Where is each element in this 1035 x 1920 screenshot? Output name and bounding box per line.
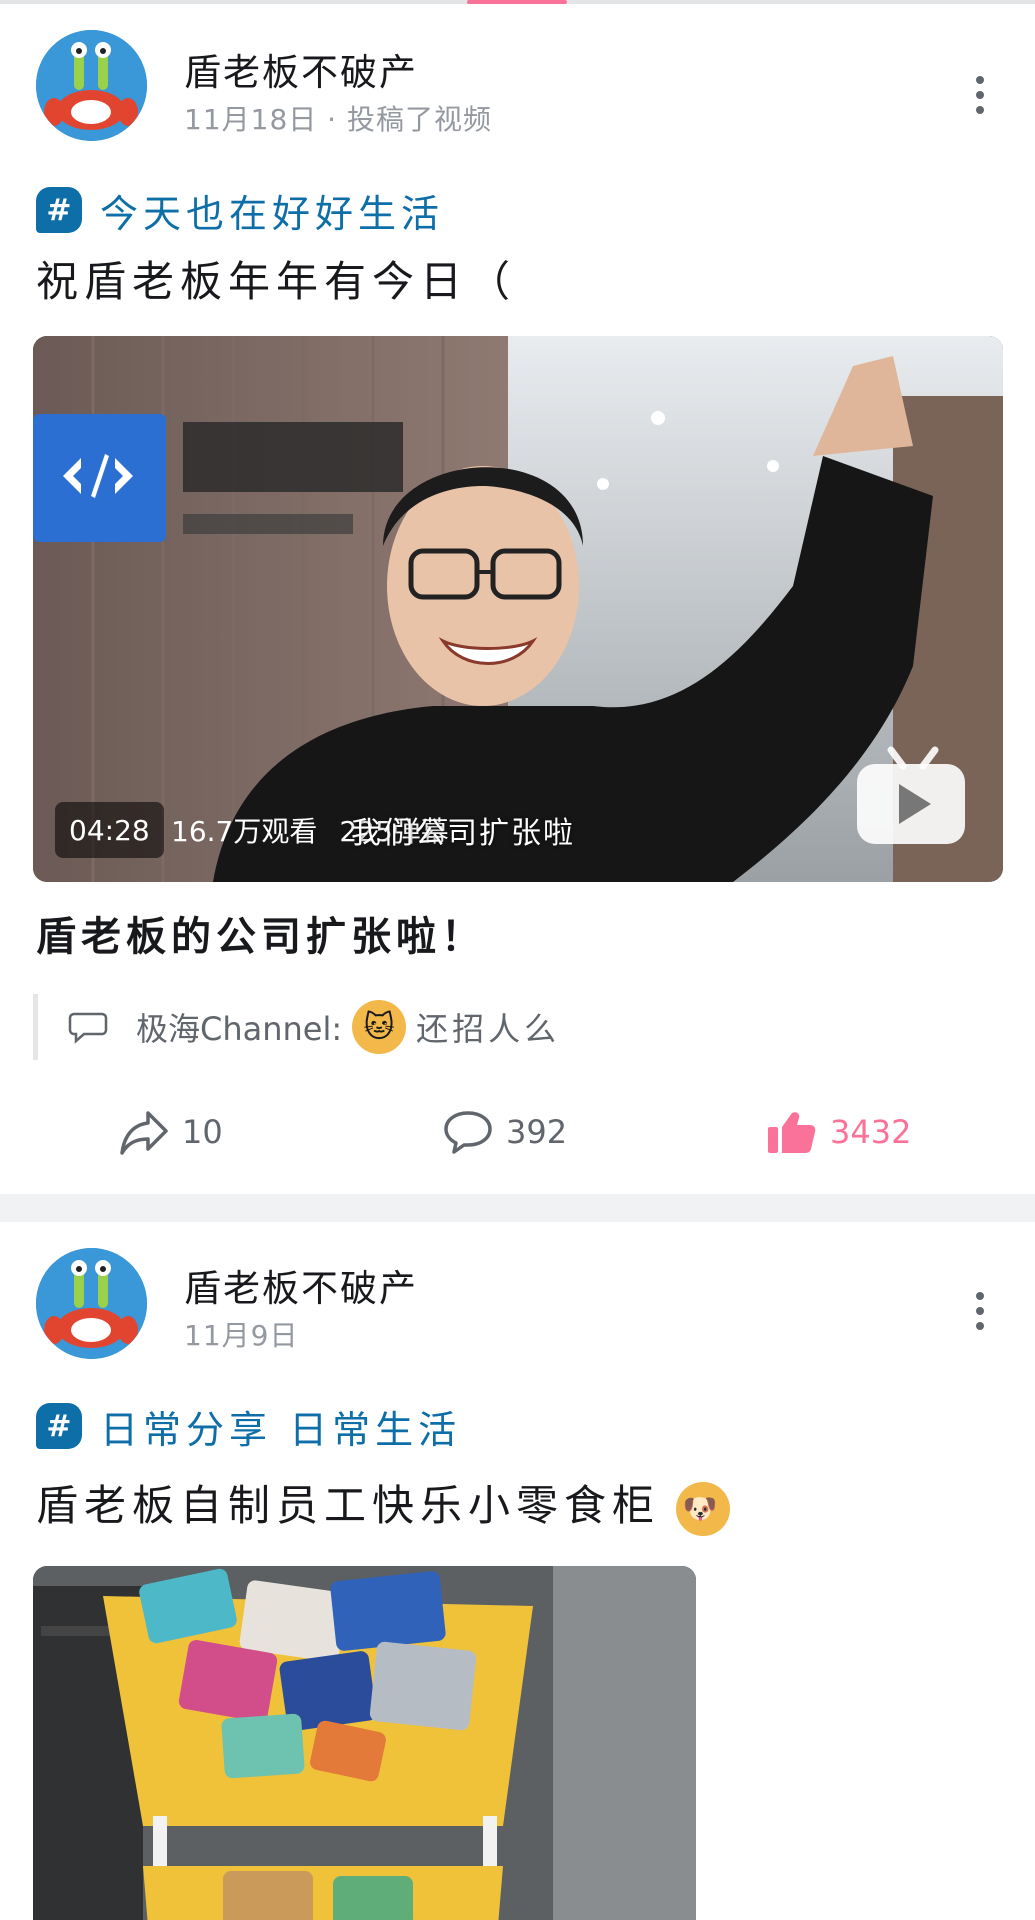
emoji-dog: 🐶: [676, 1481, 731, 1536]
forward-icon: [120, 1111, 168, 1155]
hot-comment[interactable]: 极海Channel: 🐱 还招人么: [33, 994, 993, 1060]
tv-play-icon: [857, 746, 965, 844]
action-bar: 10 392 3432: [0, 1094, 1035, 1170]
topic-hash-icon: #: [36, 187, 82, 233]
author-name[interactable]: 盾老板不破产: [184, 1258, 418, 1312]
more-icon[interactable]: [965, 1286, 995, 1336]
forward-count: 10: [182, 1113, 223, 1151]
post-text-content: 盾老板自制员工快乐小零食柜: [36, 1481, 661, 1530]
like-icon: [768, 1112, 816, 1153]
topic-hash-icon: #: [36, 1403, 82, 1449]
comment-button[interactable]: 392: [442, 1094, 567, 1170]
forward-button[interactable]: 10: [118, 1094, 223, 1170]
post-text: 祝盾老板年年有今日（: [36, 257, 517, 306]
video-subtitle: 我们公司扩张啦: [351, 816, 575, 851]
more-icon[interactable]: [965, 70, 995, 120]
post-image[interactable]: [33, 1566, 696, 1920]
video-duration: 04:28: [55, 802, 164, 858]
avatar[interactable]: [36, 30, 147, 141]
like-count: 3432: [830, 1113, 912, 1151]
comment-text: 还招人么: [416, 1010, 561, 1048]
avatar[interactable]: [36, 1248, 147, 1359]
comment-bubble-icon: [68, 1012, 108, 1044]
topic-tag[interactable]: # 日常分享 日常生活: [36, 1400, 461, 1452]
feed-card-image[interactable]: 盾老板不破产 11月9日 # 日常分享 日常生活 盾老板自制员工快乐小零食柜 🐶: [0, 1222, 1035, 1920]
post-meta: 11月18日 · 投稿了视频: [184, 103, 492, 136]
emoji-cat: 🐱: [352, 1000, 407, 1054]
comment-user[interactable]: 极海Channel:: [136, 1004, 342, 1050]
topic-tag[interactable]: # 今天也在好好生活: [36, 184, 444, 236]
video-views: 16.7万观看: [171, 815, 318, 848]
topic-label: 日常分享 日常生活: [100, 1407, 462, 1452]
feed-divider: [0, 1194, 1035, 1222]
video-thumbnail[interactable]: 04:28 16.7万观看 225弹幕 我们公司扩张啦: [33, 336, 1003, 882]
snack-cart-photo: [33, 1566, 696, 1920]
feed-card-video[interactable]: 盾老板不破产 11月18日 · 投稿了视频 # 今天也在好好生活 祝盾老板年年有…: [0, 4, 1035, 1194]
topic-label: 今天也在好好生活: [100, 191, 445, 236]
post-text: 盾老板自制员工快乐小零食柜 🐶: [36, 1472, 731, 1536]
author-name[interactable]: 盾老板不破产: [184, 42, 418, 96]
video-title[interactable]: 盾老板的公司扩张啦！: [36, 904, 486, 962]
comment-icon: [444, 1111, 492, 1154]
post-meta: 11月9日: [184, 1319, 299, 1352]
comment-count: 392: [506, 1113, 568, 1151]
like-button[interactable]: 3432: [766, 1094, 911, 1170]
